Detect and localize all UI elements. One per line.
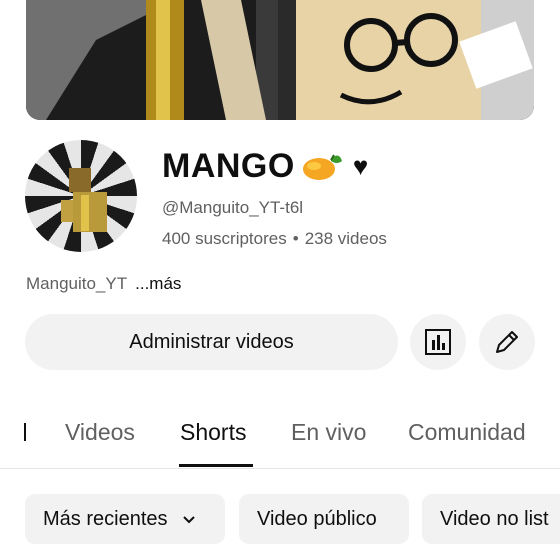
pencil-icon (496, 331, 518, 353)
channel-handle: @Manguito_YT-t6l (162, 198, 304, 217)
stats-separator: • (292, 229, 299, 248)
filter-chip-label: Más recientes (43, 507, 168, 530)
channel-avatar[interactable] (25, 140, 137, 252)
filter-chip-label: Video no list (440, 507, 549, 530)
tab-shorts[interactable]: Shorts (180, 419, 246, 446)
heart-icon: ♥ (352, 151, 369, 181)
filter-chip-unlisted[interactable]: Video no list (422, 494, 560, 544)
mango-icon (302, 154, 342, 180)
tab-videos[interactable]: Videos (65, 419, 135, 446)
active-tab-indicator (179, 464, 253, 467)
channel-name: MANGO ♥ (162, 146, 368, 186)
tab-comunidad[interactable]: Comunidad (408, 419, 526, 446)
analytics-button[interactable] (410, 314, 466, 370)
tab-en-vivo[interactable]: En vivo (291, 419, 366, 446)
avatar-art (61, 168, 107, 232)
more-link[interactable]: ...más (135, 274, 181, 293)
channel-description[interactable]: Manguito_YT ...más (26, 274, 181, 294)
channel-stats: 400 suscriptores • 238 videos (162, 229, 387, 249)
description-text: Manguito_YT (26, 274, 128, 293)
video-count: 238 videos (304, 229, 387, 248)
filter-chip-label: Video público (257, 507, 377, 530)
filter-chip-public[interactable]: Video público (239, 494, 409, 544)
subscriber-count: 400 suscriptores (162, 229, 287, 248)
chevron-down-icon (182, 516, 195, 524)
channel-title: MANGO (162, 146, 295, 185)
edit-channel-button[interactable] (479, 314, 535, 370)
filter-chip-recent[interactable]: Más recientes (25, 494, 225, 544)
banner-art (26, 0, 534, 120)
tab-scroll-edge (24, 423, 26, 441)
manage-videos-button[interactable]: Administrar videos (25, 314, 398, 370)
analytics-icon (425, 329, 451, 355)
channel-banner (26, 0, 534, 120)
